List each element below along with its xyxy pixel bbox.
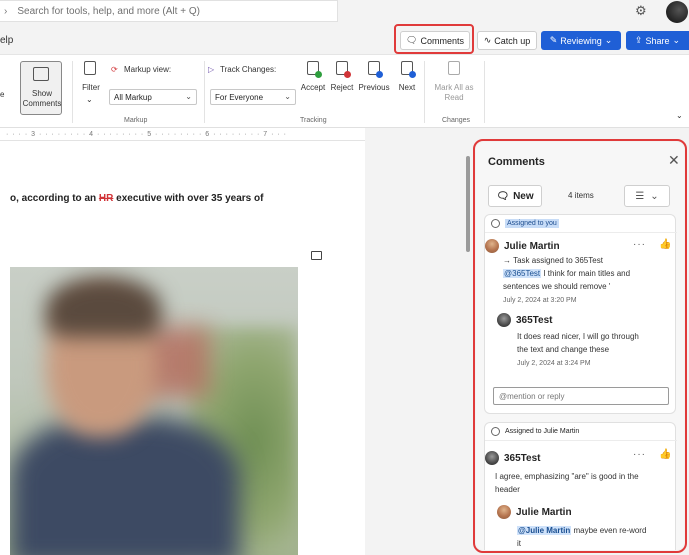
search-placeholder: Search for tools, help, and more (Alt + … <box>17 5 200 17</box>
next-icon <box>401 61 416 78</box>
previous-icon <box>368 61 383 78</box>
chevron-down-icon: ⌄ <box>86 95 93 104</box>
show-comments-label-1: Show <box>31 89 52 98</box>
show-comments-button[interactable]: Show Comments <box>20 61 62 115</box>
search-input[interactable]: › Search for tools, help, and more (Alt … <box>0 0 338 22</box>
reviewing-icon: ✎ <box>549 35 558 45</box>
changes-group-label: Changes <box>442 117 471 124</box>
collapse-ribbon-icon[interactable]: ⌄ <box>676 111 683 121</box>
markup-group-label: Markup <box>124 117 148 124</box>
markup-view-label: Markup view: <box>124 65 172 74</box>
mark-all-read-label-1[interactable]: Mark All as <box>428 83 480 93</box>
track-changes-value: For Everyone <box>215 92 264 102</box>
chevron-down-icon: ⌄ <box>185 92 192 101</box>
mark-all-read-icon <box>448 61 460 75</box>
track-changes-dropdown[interactable]: For Everyone ⌄ <box>210 89 296 105</box>
gear-icon[interactable]: ⚙ <box>635 3 647 19</box>
top-bar: › Search for tools, help, and more (Alt … <box>0 0 689 24</box>
ribbon-separator <box>204 61 205 123</box>
markup-view-value: All Markup <box>114 92 152 102</box>
tab-help[interactable]: elp <box>0 35 13 46</box>
comments-pane-highlight <box>473 139 687 553</box>
margin-comment-icon[interactable] <box>311 251 322 260</box>
share-label: Share <box>645 35 670 46</box>
document-page[interactable]: o, according to an HR executive with ove… <box>0 141 365 555</box>
accept-icon <box>307 61 322 78</box>
tracking-group-label: Tracking <box>300 117 327 124</box>
share-button[interactable]: ⇪ Share ⌄ <box>626 31 689 50</box>
ribbon: e Show Comments Filter ⌄ ⟳ Markup view: … <box>0 54 689 128</box>
reviewing-label: Reviewing <box>560 35 602 46</box>
blurred-photo <box>10 267 298 555</box>
document-text-end: executive with over 35 years of <box>113 193 264 204</box>
search-icon: › <box>4 5 8 17</box>
comment-icon <box>33 67 49 81</box>
tracked-deletion: HR <box>98 193 114 204</box>
ribbon-separator <box>72 61 73 123</box>
reject-icon <box>336 61 351 78</box>
catch-up-button[interactable]: ∿ Catch up <box>477 31 537 50</box>
previous-button[interactable]: Previous <box>356 83 392 93</box>
comments-highlight <box>394 24 474 54</box>
reject-button[interactable]: Reject <box>328 83 356 93</box>
reviewing-button[interactable]: ✎ Reviewing ⌄ <box>541 31 621 50</box>
user-avatar[interactable] <box>666 1 688 23</box>
catch-up-label: Catch up <box>494 35 531 46</box>
filter-icon <box>84 61 96 75</box>
chevron-down-icon: ⌄ <box>672 35 681 45</box>
next-button[interactable]: Next <box>394 83 420 93</box>
track-changes-icon: ▷ <box>208 65 215 74</box>
markup-icon: ⟳ <box>111 65 118 74</box>
document-text: o, according to an HR executive with ove… <box>10 193 263 204</box>
chevron-down-icon: ⌄ <box>284 92 291 101</box>
vertical-scrollbar[interactable] <box>466 156 470 252</box>
markup-view-dropdown[interactable]: All Markup ⌄ <box>109 89 197 105</box>
share-icon: ⇪ <box>634 35 643 45</box>
ribbon-cut-label: e <box>0 90 5 99</box>
pulse-icon: ∿ <box>483 35 492 45</box>
document-text-start: o, according to an <box>10 193 99 204</box>
ribbon-separator <box>424 61 425 123</box>
filter-button[interactable]: Filter <box>78 83 104 93</box>
track-changes-label: Track Changes: <box>220 65 277 74</box>
ribbon-separator <box>484 61 485 123</box>
mark-all-read-label-2: Read <box>444 93 464 102</box>
ruler: · · · · 3 · · · · · · · · 4 · · · · · · … <box>0 128 365 141</box>
chevron-down-icon: ⌄ <box>604 35 613 45</box>
show-comments-label-2: Comments <box>22 99 62 108</box>
accept-button[interactable]: Accept <box>298 83 328 93</box>
